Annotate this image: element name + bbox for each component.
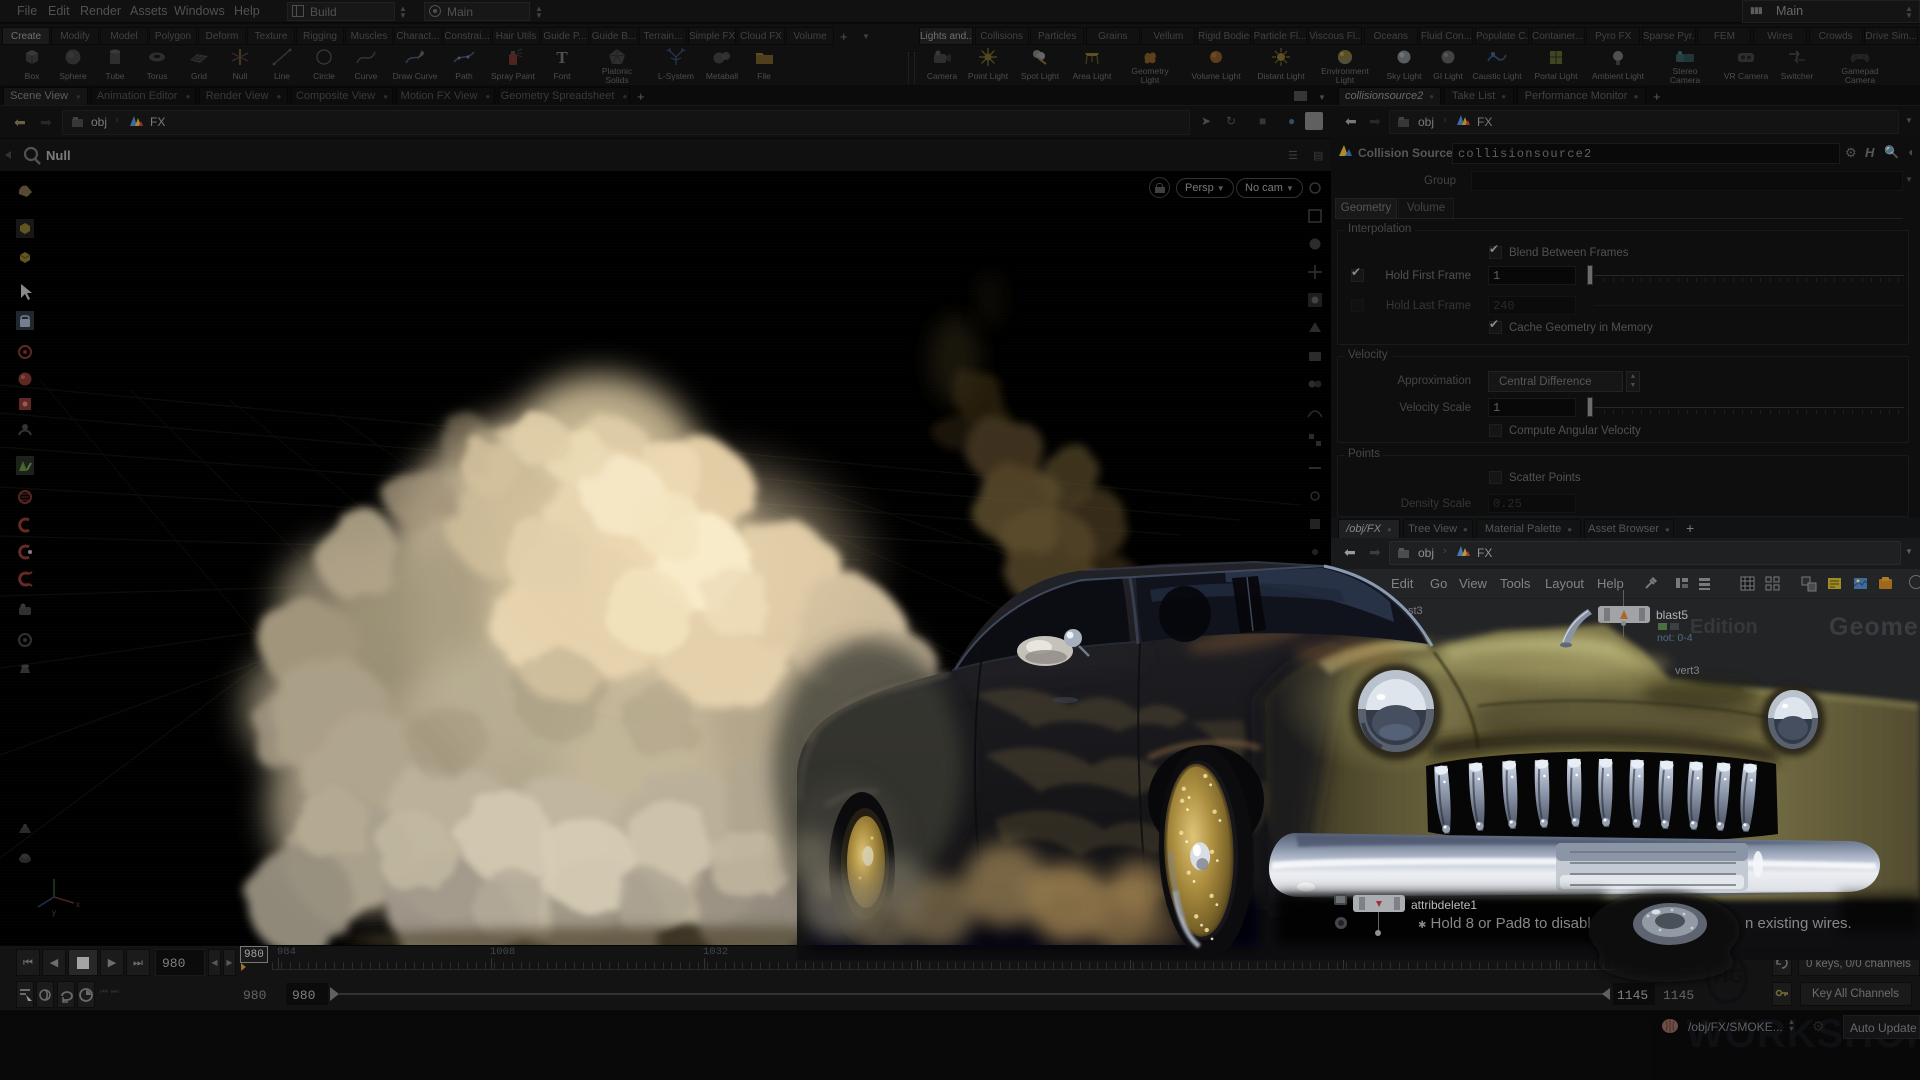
- svg-text:x: x: [76, 900, 80, 909]
- svg-text:y: y: [52, 908, 56, 917]
- svg-text:T: T: [556, 48, 568, 67]
